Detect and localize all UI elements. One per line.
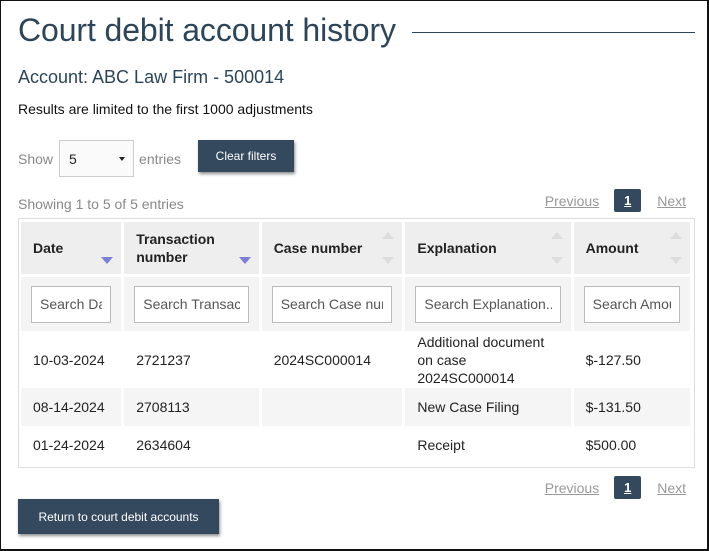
table-row: 08-14-2024 2708113 New Case Filing $-131…: [21, 388, 690, 426]
column-header-transaction-number[interactable]: Transaction number: [124, 219, 259, 274]
title-row: Court debit account history: [18, 12, 695, 49]
column-header-amount[interactable]: Amount: [573, 219, 690, 274]
cell-case-number: [261, 388, 403, 426]
cell-amount: $-127.50: [573, 331, 690, 388]
filter-cell: [405, 274, 571, 331]
results-limit-note: Results are limited to the first 1000 ad…: [18, 101, 313, 117]
filter-cell: [124, 274, 259, 331]
chevron-down-icon: [119, 156, 126, 161]
page-length-value: 5: [69, 150, 77, 167]
filter-cell: [21, 274, 122, 331]
header-row: Date Transaction number Case number Expl…: [21, 219, 690, 274]
sort-desc-icon: [101, 257, 114, 264]
sort-desc-icon: [382, 257, 395, 264]
sort-asc-icon: [382, 232, 395, 239]
current-page-button[interactable]: 1: [614, 476, 642, 499]
column-header-date[interactable]: Date: [21, 219, 122, 274]
filter-cell: [261, 274, 403, 331]
search-amount-input[interactable]: [583, 285, 680, 323]
cell-amount: $500.00: [573, 426, 690, 464]
filter-row: [21, 274, 690, 331]
show-label: Show: [18, 150, 54, 167]
previous-page-link[interactable]: Previous: [545, 193, 599, 209]
cell-date: 08-14-2024: [21, 388, 122, 426]
cell-date: 10-03-2024: [21, 331, 122, 388]
cell-transaction: 2634604: [124, 426, 259, 464]
sort-desc-icon: [550, 257, 563, 264]
history-table-container: Date Transaction number Case number Expl…: [18, 218, 695, 468]
column-label: Explanation: [417, 240, 497, 256]
page-length-control: Show 5 entries: [18, 140, 181, 177]
cell-amount: $-131.50: [573, 388, 690, 426]
cell-date: 01-24-2024: [21, 426, 122, 464]
next-page-link[interactable]: Next: [657, 480, 686, 496]
page-length-select[interactable]: 5: [59, 140, 135, 177]
account-subtitle: Account: ABC Law Firm - 500014: [18, 67, 285, 87]
cell-case-number: [261, 426, 403, 464]
column-header-explanation[interactable]: Explanation: [405, 219, 571, 274]
table-info: Showing 1 to 5 of 5 entries: [18, 196, 184, 212]
column-label: Transaction number: [136, 231, 215, 265]
cell-explanation: Receipt: [405, 426, 571, 464]
history-table: Date Transaction number Case number Expl…: [18, 219, 693, 464]
current-page-button[interactable]: 1: [614, 189, 642, 212]
entries-label: entries: [139, 150, 182, 167]
page-title: Court debit account history: [18, 12, 396, 48]
column-label: Case number: [273, 240, 363, 256]
table-row: 10-03-2024 2721237 2024SC000014 Addition…: [21, 331, 690, 388]
cell-transaction: 2721237: [124, 331, 259, 388]
next-page-link[interactable]: Next: [657, 193, 686, 209]
sort-asc-icon: [670, 232, 682, 239]
title-divider: [411, 32, 695, 33]
cell-transaction: 2708113: [124, 388, 259, 426]
search-transaction-input[interactable]: [134, 285, 249, 323]
column-label: Date: [33, 240, 64, 256]
column-header-case-number[interactable]: Case number: [261, 219, 403, 274]
pagination-bottom: Previous 1 Next: [545, 476, 686, 499]
column-label: Amount: [585, 240, 639, 256]
search-explanation-input[interactable]: [415, 285, 561, 323]
return-to-accounts-button[interactable]: Return to court debit accounts: [18, 499, 219, 534]
sort-desc-icon: [238, 257, 251, 264]
clear-filters-button[interactable]: Clear filters: [198, 140, 294, 172]
cell-case-number: 2024SC000014: [261, 331, 403, 388]
cell-explanation: New Case Filing: [405, 388, 571, 426]
sort-asc-icon: [550, 232, 563, 239]
previous-page-link[interactable]: Previous: [545, 480, 599, 496]
pagination-top: Previous 1 Next: [545, 189, 686, 212]
filter-cell: [573, 274, 690, 331]
cell-explanation: Additional document on case 2024SC000014: [405, 331, 571, 388]
sort-desc-icon: [670, 257, 682, 264]
search-date-input[interactable]: [31, 285, 112, 323]
table-row: 01-24-2024 2634604 Receipt $500.00: [21, 426, 690, 464]
search-case-number-input[interactable]: [271, 285, 393, 323]
